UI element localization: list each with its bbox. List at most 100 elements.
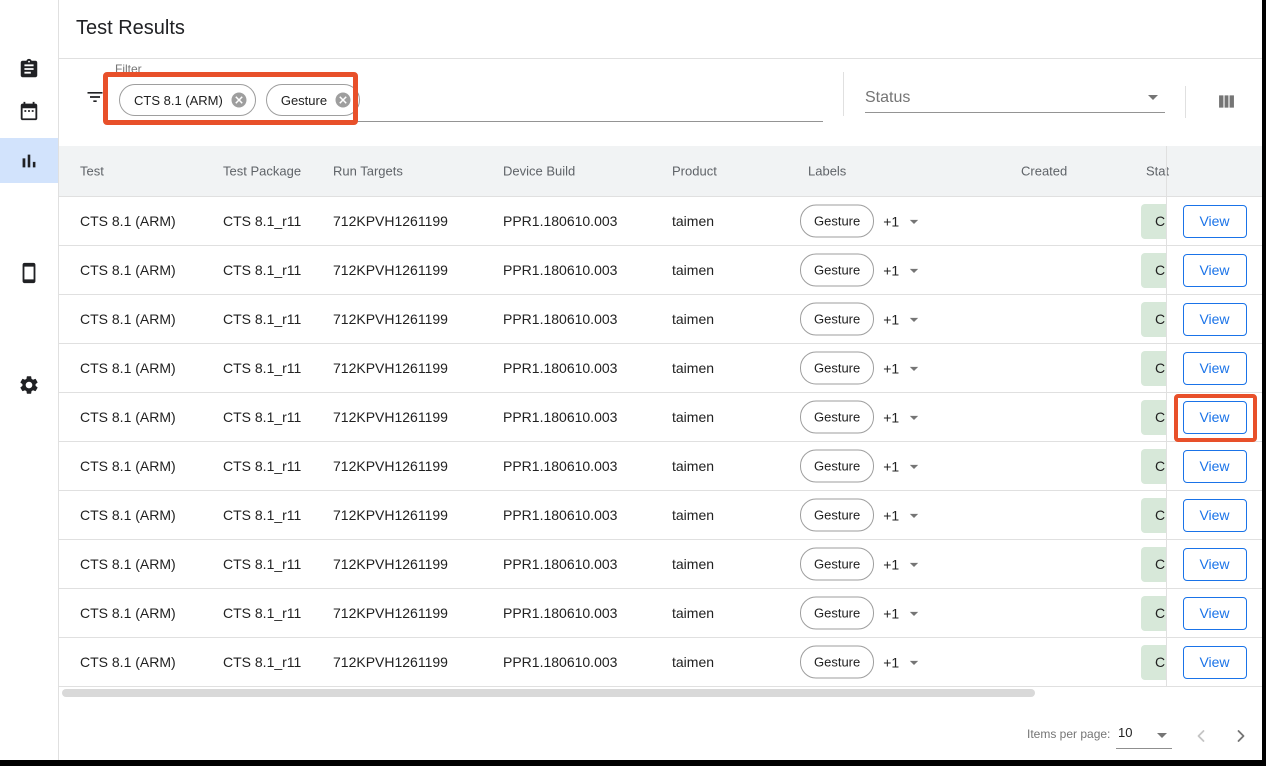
cell-device-build: PPR1.180610.003 (503, 458, 617, 474)
cell-device-build: PPR1.180610.003 (503, 213, 617, 229)
cell-labels: Gesture +1 (800, 352, 924, 385)
chevron-down-icon[interactable] (904, 603, 924, 623)
status-badge: C (1141, 547, 1166, 582)
view-button[interactable]: View (1183, 303, 1247, 336)
column-header-labels[interactable]: Labels (808, 164, 846, 179)
view-columns-icon[interactable] (1216, 91, 1237, 112)
more-labels-count[interactable]: +1 (883, 654, 899, 670)
status-badge: C (1141, 498, 1166, 533)
cell-test: CTS 8.1 (ARM) (80, 360, 176, 376)
column-header-product[interactable]: Product (672, 164, 717, 179)
view-button[interactable]: View (1183, 450, 1247, 483)
cell-product: taimen (672, 409, 714, 425)
view-button[interactable]: View (1183, 499, 1247, 532)
chevron-down-icon[interactable] (904, 358, 924, 378)
chevron-down-icon[interactable] (904, 652, 924, 672)
cell-product: taimen (672, 556, 714, 572)
label-chip[interactable]: Gesture (800, 548, 874, 581)
more-labels-count[interactable]: +1 (883, 409, 899, 425)
view-button[interactable]: View (1183, 205, 1247, 238)
cell-run-targets: 712KPVH1261199 (333, 262, 448, 278)
more-labels-count[interactable]: +1 (883, 311, 899, 327)
view-button[interactable]: View (1183, 597, 1247, 630)
label-chip[interactable]: Gesture (800, 597, 874, 630)
label-chip[interactable]: Gesture (800, 303, 874, 336)
view-button[interactable]: View (1183, 548, 1247, 581)
more-labels-count[interactable]: +1 (883, 262, 899, 278)
cell-product: taimen (672, 458, 714, 474)
cell-labels: Gesture +1 (800, 499, 924, 532)
chevron-down-icon[interactable] (904, 505, 924, 525)
horizontal-scrollbar[interactable] (62, 689, 1035, 697)
cell-run-targets: 712KPVH1261199 (333, 311, 448, 327)
cell-labels: Gesture +1 (800, 303, 924, 336)
column-header-run-targets[interactable]: Run Targets (333, 164, 403, 179)
cell-run-targets: 712KPVH1261199 (333, 360, 448, 376)
chevron-down-icon[interactable] (904, 407, 924, 427)
cell-run-targets: 712KPVH1261199 (333, 507, 448, 523)
more-labels-count[interactable]: +1 (883, 507, 899, 523)
column-header-created[interactable]: Created (1021, 164, 1067, 179)
cell-product: taimen (672, 360, 714, 376)
more-labels-count[interactable]: +1 (883, 556, 899, 572)
chevron-down-icon[interactable] (904, 456, 924, 476)
cell-device-build: PPR1.180610.003 (503, 311, 617, 327)
status-select[interactable]: Status (865, 89, 910, 107)
cell-product: taimen (672, 213, 714, 229)
chevron-down-icon[interactable] (1150, 723, 1174, 747)
cell-test: CTS 8.1 (ARM) (80, 556, 176, 572)
sidebar-item-schedule[interactable] (0, 89, 58, 133)
view-button[interactable]: View (1183, 352, 1247, 385)
sidebar-item-test-results[interactable] (0, 138, 58, 183)
table-row: CTS 8.1 (ARM) CTS 8.1_r11 712KPVH1261199… (59, 589, 1166, 638)
cell-labels: Gesture +1 (800, 401, 924, 434)
chevron-down-icon[interactable] (1141, 85, 1165, 109)
column-header-test-package[interactable]: Test Package (223, 164, 301, 179)
more-labels-count[interactable]: +1 (883, 213, 899, 229)
chevron-down-icon[interactable] (904, 260, 924, 280)
label-chip[interactable]: Gesture (800, 352, 874, 385)
chevron-down-icon[interactable] (904, 309, 924, 329)
chevron-down-icon[interactable] (904, 554, 924, 574)
cell-test-package: CTS 8.1_r11 (223, 311, 301, 327)
column-header-device-build[interactable]: Device Build (503, 164, 575, 179)
view-button[interactable]: View (1183, 646, 1247, 679)
table-row: CTS 8.1 (ARM) CTS 8.1_r11 712KPVH1261199… (59, 393, 1166, 442)
next-page-icon[interactable] (1231, 726, 1251, 746)
cell-labels: Gesture +1 (800, 254, 924, 287)
cell-test-package: CTS 8.1_r11 (223, 458, 301, 474)
label-chip[interactable]: Gesture (800, 401, 874, 434)
previous-page-icon[interactable] (1191, 726, 1211, 746)
gear-icon (18, 374, 40, 396)
cell-device-build: PPR1.180610.003 (503, 556, 617, 572)
more-labels-count[interactable]: +1 (883, 605, 899, 621)
label-chip[interactable]: Gesture (800, 205, 874, 238)
cell-device-build: PPR1.180610.003 (503, 409, 617, 425)
status-badge: C (1141, 204, 1166, 239)
sidebar-item-test-plans[interactable] (0, 47, 58, 91)
label-chip[interactable]: Gesture (800, 646, 874, 679)
cell-test: CTS 8.1 (ARM) (80, 458, 176, 474)
window-edge-bottom (0, 760, 1266, 766)
cell-test-package: CTS 8.1_r11 (223, 507, 301, 523)
filter-list-icon[interactable] (85, 87, 105, 107)
action-cell: View (1167, 246, 1262, 295)
more-labels-count[interactable]: +1 (883, 360, 899, 376)
highlight-box-view-button (1174, 394, 1257, 442)
action-column-header (1167, 146, 1262, 197)
sidebar-item-devices[interactable] (0, 251, 58, 295)
toolbar-divider (843, 72, 844, 116)
column-header-test[interactable]: Test (80, 164, 104, 179)
more-labels-count[interactable]: +1 (883, 458, 899, 474)
label-chip[interactable]: Gesture (800, 254, 874, 287)
cell-run-targets: 712KPVH1261199 (333, 605, 448, 621)
label-chip[interactable]: Gesture (800, 450, 874, 483)
chevron-down-icon[interactable] (904, 211, 924, 231)
cell-product: taimen (672, 311, 714, 327)
items-per-page-select[interactable]: 10 (1118, 725, 1132, 740)
cell-labels: Gesture +1 (800, 548, 924, 581)
label-chip[interactable]: Gesture (800, 499, 874, 532)
view-button[interactable]: View (1183, 254, 1247, 287)
sidebar-item-settings[interactable] (0, 363, 58, 407)
cell-product: taimen (672, 654, 714, 670)
